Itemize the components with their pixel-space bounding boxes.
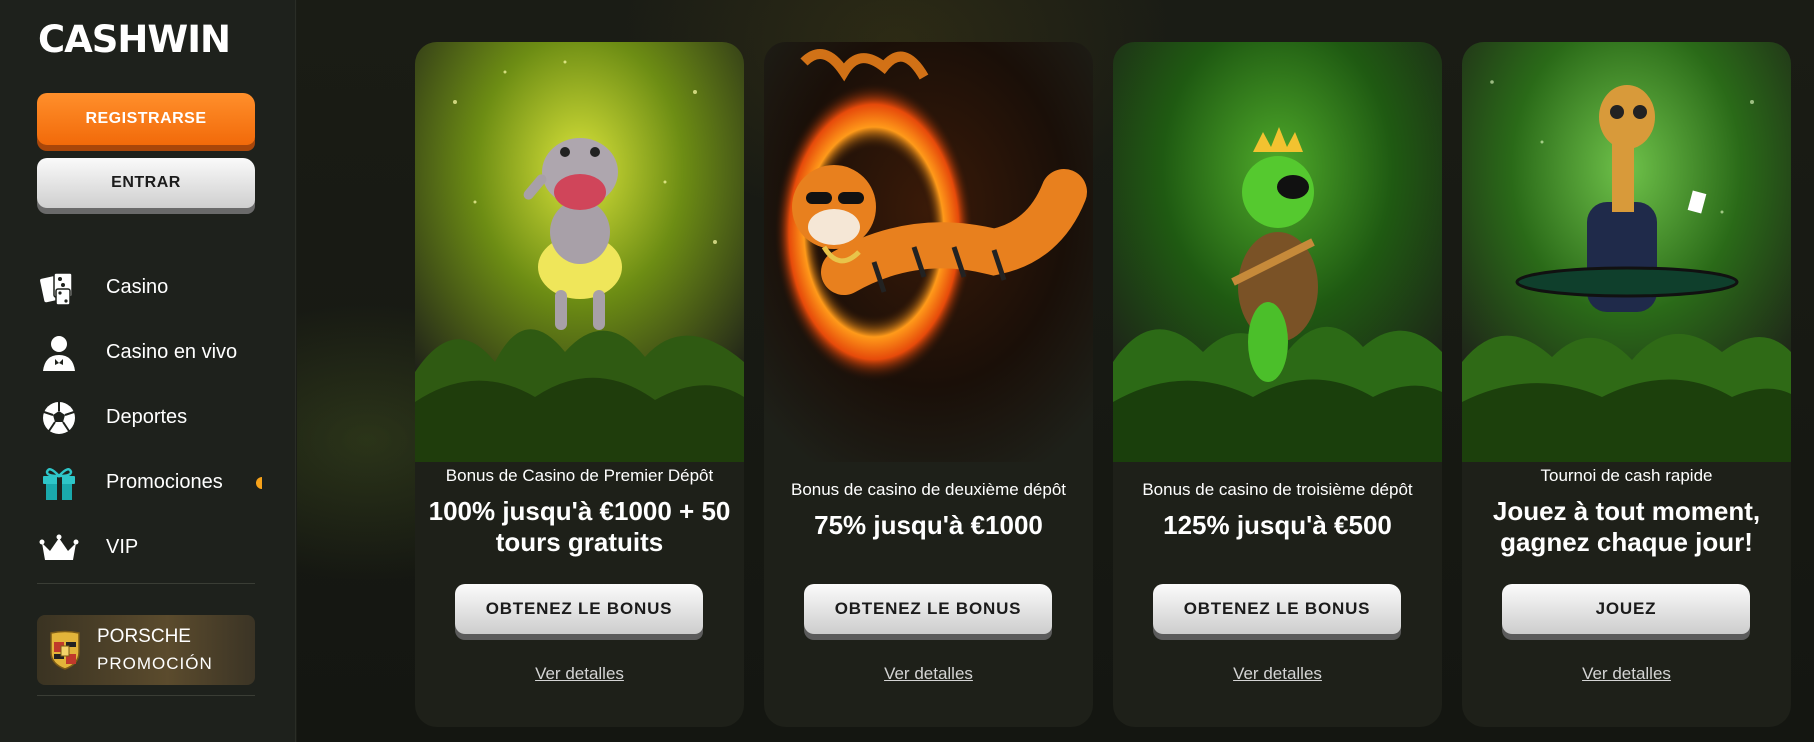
register-button[interactable]: REGISTRARSE: [37, 93, 255, 145]
porsche-crest-icon: [50, 630, 80, 670]
card-title: 100% jusqu'à €1000 + 50 tours gratuits: [428, 496, 731, 557]
get-bonus-button[interactable]: OBTENEZ LE BONUS: [804, 584, 1052, 634]
details-link[interactable]: Ver detalles: [764, 664, 1093, 684]
card-title: 75% jusqu'à €1000: [814, 510, 1043, 540]
promo-card: Bonus de casino de deuxième dépôt 75% ju…: [764, 42, 1093, 727]
sidebar-item-sports[interactable]: Deportes: [37, 385, 262, 450]
card-title: 125% jusqu'à €500: [1163, 510, 1392, 540]
sidebar-item-label: Deportes: [106, 406, 188, 428]
promo-card: Bonus de casino de troisième dépôt 125% …: [1113, 42, 1442, 727]
sidebar-item-label: VIP: [106, 536, 139, 558]
sidebar-nav: Casino Casino en vivo Deportes Promocion…: [37, 255, 262, 580]
get-bonus-button[interactable]: OBTENEZ LE BONUS: [1153, 584, 1401, 634]
sidebar-item-label: Casino: [106, 276, 169, 298]
details-link[interactable]: Ver detalles: [415, 664, 744, 684]
play-button[interactable]: JOUEZ: [1502, 584, 1750, 634]
promo-card: Bonus de Casino de Premier Dépôt 100% ju…: [415, 42, 744, 727]
sidebar: CASHWIN REGISTRARSE ENTRAR Casino Casino…: [0, 0, 296, 742]
sidebar-item-casino[interactable]: Casino: [37, 255, 262, 320]
notification-dot: [256, 476, 262, 489]
hippo-illustration: [415, 42, 744, 462]
divider: [37, 583, 255, 584]
cashwin-logo[interactable]: CASHWIN: [38, 18, 231, 61]
card-subtitle: Bonus de casino de troisième dépôt: [1142, 480, 1413, 499]
tiger-illustration: [764, 42, 1093, 462]
promo-subtitle: PROMOCIÓN: [97, 654, 213, 673]
sidebar-item-label: Promociones: [106, 471, 223, 493]
sidebar-item-label: Casino en vivo: [106, 341, 238, 363]
card-subtitle: Tournoi de cash rapide: [1540, 466, 1713, 485]
card-subtitle: Bonus de Casino de Premier Dépôt: [445, 466, 714, 485]
promotions-area: Bonus de Casino de Premier Dépôt 100% ju…: [297, 0, 1814, 742]
promo-title: PORSCHE: [97, 626, 191, 647]
crown-icon: [37, 526, 81, 570]
soccer-ball-icon: [37, 396, 81, 440]
sidebar-item-promotions[interactable]: Promociones: [37, 450, 262, 515]
porsche-promo-banner[interactable]: PORSCHE PROMOCIÓN: [37, 615, 255, 685]
turtle-illustration: [1113, 42, 1442, 462]
card-title: Jouez à tout moment, gagnez chaque jour!: [1492, 496, 1761, 557]
promo-card: Tournoi de cash rapide Jouez à tout mome…: [1462, 42, 1791, 727]
sidebar-item-vip[interactable]: VIP: [37, 515, 262, 580]
sidebar-item-live-casino[interactable]: Casino en vivo: [37, 320, 262, 385]
dealer-icon: [37, 331, 81, 375]
details-link[interactable]: Ver detalles: [1462, 664, 1791, 684]
card-subtitle: Bonus de casino de deuxième dépôt: [790, 480, 1067, 499]
get-bonus-button[interactable]: OBTENEZ LE BONUS: [455, 584, 703, 634]
giraffe-illustration: [1462, 42, 1791, 462]
cards-icon: [37, 266, 81, 310]
login-button[interactable]: ENTRAR: [37, 158, 255, 208]
details-link[interactable]: Ver detalles: [1113, 664, 1442, 684]
divider: [37, 695, 255, 696]
gift-icon: [37, 461, 81, 505]
